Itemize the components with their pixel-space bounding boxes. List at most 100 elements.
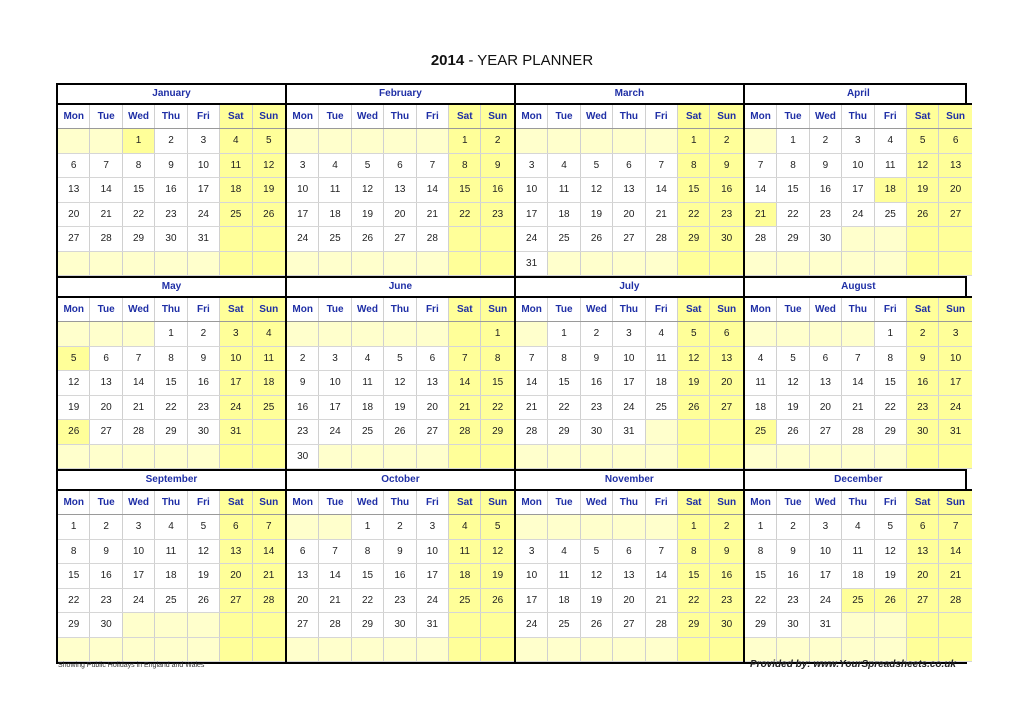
day-cell[interactable]: 11 (548, 564, 581, 588)
day-cell[interactable]: 20 (939, 178, 972, 202)
day-cell[interactable]: 4 (548, 539, 581, 563)
day-cell[interactable]: 13 (710, 346, 743, 370)
day-cell[interactable]: 20 (220, 564, 253, 588)
day-cell[interactable]: 17 (809, 564, 843, 588)
day-cell[interactable]: 23 (809, 202, 843, 226)
day-cell[interactable]: 30 (777, 613, 810, 637)
day-cell[interactable]: 16 (481, 178, 514, 202)
day-cell[interactable]: 23 (286, 420, 320, 444)
day-cell[interactable]: 25 (220, 202, 253, 226)
day-cell[interactable]: 23 (906, 395, 940, 419)
day-cell[interactable]: 1 (548, 322, 581, 346)
day-cell[interactable]: 8 (678, 539, 711, 563)
day-cell[interactable]: 18 (842, 564, 875, 588)
day-cell[interactable]: 6 (286, 539, 320, 563)
day-cell[interactable]: 19 (580, 202, 614, 226)
day-cell[interactable]: 3 (842, 129, 875, 153)
day-cell[interactable]: 5 (580, 539, 614, 563)
day-cell[interactable]: 21 (449, 395, 482, 419)
day-cell[interactable]: 7 (645, 539, 679, 563)
day-cell[interactable]: 24 (286, 227, 320, 251)
day-cell[interactable]: 3 (613, 322, 646, 346)
day-cell[interactable]: 12 (351, 178, 385, 202)
day-cell[interactable]: 12 (481, 539, 514, 563)
day-cell[interactable]: 22 (548, 395, 581, 419)
day-cell[interactable]: 4 (319, 153, 352, 177)
day-cell[interactable]: 22 (678, 202, 711, 226)
day-cell[interactable]: 24 (939, 395, 972, 419)
day-cell[interactable]: 25 (548, 227, 581, 251)
day-cell[interactable]: 8 (777, 153, 810, 177)
day-cell[interactable]: 10 (220, 346, 253, 370)
day-cell[interactable]: 10 (939, 346, 972, 370)
day-cell[interactable]: 26 (580, 613, 614, 637)
day-cell[interactable]: 16 (777, 564, 810, 588)
day-cell[interactable]: 20 (710, 371, 743, 395)
day-cell[interactable]: 29 (351, 613, 385, 637)
day-cell[interactable]: 1 (449, 129, 482, 153)
day-cell[interactable]: 11 (449, 539, 482, 563)
day-cell[interactable]: 20 (384, 202, 417, 226)
day-cell[interactable]: 9 (384, 539, 417, 563)
day-cell[interactable]: 11 (252, 346, 285, 370)
day-cell[interactable]: 11 (548, 178, 581, 202)
day-cell[interactable]: 20 (809, 395, 843, 419)
day-cell[interactable]: 6 (809, 346, 843, 370)
day-cell[interactable]: 8 (874, 346, 907, 370)
day-cell[interactable]: 14 (645, 178, 679, 202)
day-cell[interactable]: 17 (319, 395, 352, 419)
day-cell[interactable]: 22 (155, 395, 188, 419)
day-cell[interactable]: 29 (678, 227, 711, 251)
day-cell[interactable]: 28 (515, 420, 549, 444)
day-cell[interactable]: 27 (906, 588, 940, 612)
day-cell[interactable]: 24 (187, 202, 221, 226)
day-cell[interactable]: 21 (90, 202, 123, 226)
day-cell[interactable]: 4 (351, 346, 385, 370)
day-cell[interactable]: 3 (515, 153, 549, 177)
day-cell[interactable]: 1 (155, 322, 188, 346)
day-cell[interactable]: 30 (580, 420, 614, 444)
day-cell[interactable]: 28 (939, 588, 972, 612)
day-cell[interactable]: 30 (187, 420, 221, 444)
day-cell[interactable]: 1 (481, 322, 514, 346)
day-cell[interactable]: 9 (155, 153, 188, 177)
day-cell[interactable]: 30 (90, 613, 123, 637)
day-cell[interactable]: 31 (515, 251, 549, 275)
day-cell[interactable]: 6 (220, 515, 253, 539)
day-cell[interactable]: 15 (481, 371, 514, 395)
day-cell[interactable]: 8 (155, 346, 188, 370)
day-cell[interactable]: 7 (416, 153, 450, 177)
day-cell[interactable]: 17 (416, 564, 450, 588)
day-cell[interactable]: 22 (678, 588, 711, 612)
day-cell[interactable]: 26 (580, 227, 614, 251)
day-cell[interactable]: 28 (90, 227, 123, 251)
day-cell[interactable]: 13 (58, 178, 91, 202)
day-cell[interactable]: 1 (777, 129, 810, 153)
day-cell[interactable]: 1 (744, 515, 778, 539)
day-cell[interactable]: 24 (319, 420, 352, 444)
day-cell[interactable]: 24 (416, 588, 450, 612)
day-cell[interactable]: 5 (187, 515, 221, 539)
day-cell[interactable]: 22 (351, 588, 385, 612)
day-cell[interactable]: 9 (580, 346, 614, 370)
day-cell[interactable]: 5 (777, 346, 810, 370)
day-cell[interactable]: 23 (710, 202, 743, 226)
day-cell[interactable]: 13 (220, 539, 253, 563)
day-cell[interactable]: 16 (155, 178, 188, 202)
day-cell[interactable]: 30 (710, 227, 743, 251)
day-cell[interactable]: 11 (744, 371, 778, 395)
day-cell[interactable]: 10 (515, 178, 549, 202)
day-cell[interactable]: 7 (319, 539, 352, 563)
day-cell[interactable]: 13 (613, 178, 646, 202)
day-cell[interactable]: 17 (613, 371, 646, 395)
day-cell[interactable]: 26 (252, 202, 285, 226)
day-cell[interactable]: 11 (842, 539, 875, 563)
day-cell[interactable]: 14 (122, 371, 156, 395)
day-cell[interactable]: 14 (252, 539, 285, 563)
day-cell[interactable]: 30 (384, 613, 417, 637)
day-cell[interactable]: 15 (351, 564, 385, 588)
day-cell[interactable]: 26 (777, 420, 810, 444)
day-cell[interactable]: 31 (613, 420, 646, 444)
day-cell[interactable]: 3 (416, 515, 450, 539)
day-cell[interactable]: 16 (580, 371, 614, 395)
